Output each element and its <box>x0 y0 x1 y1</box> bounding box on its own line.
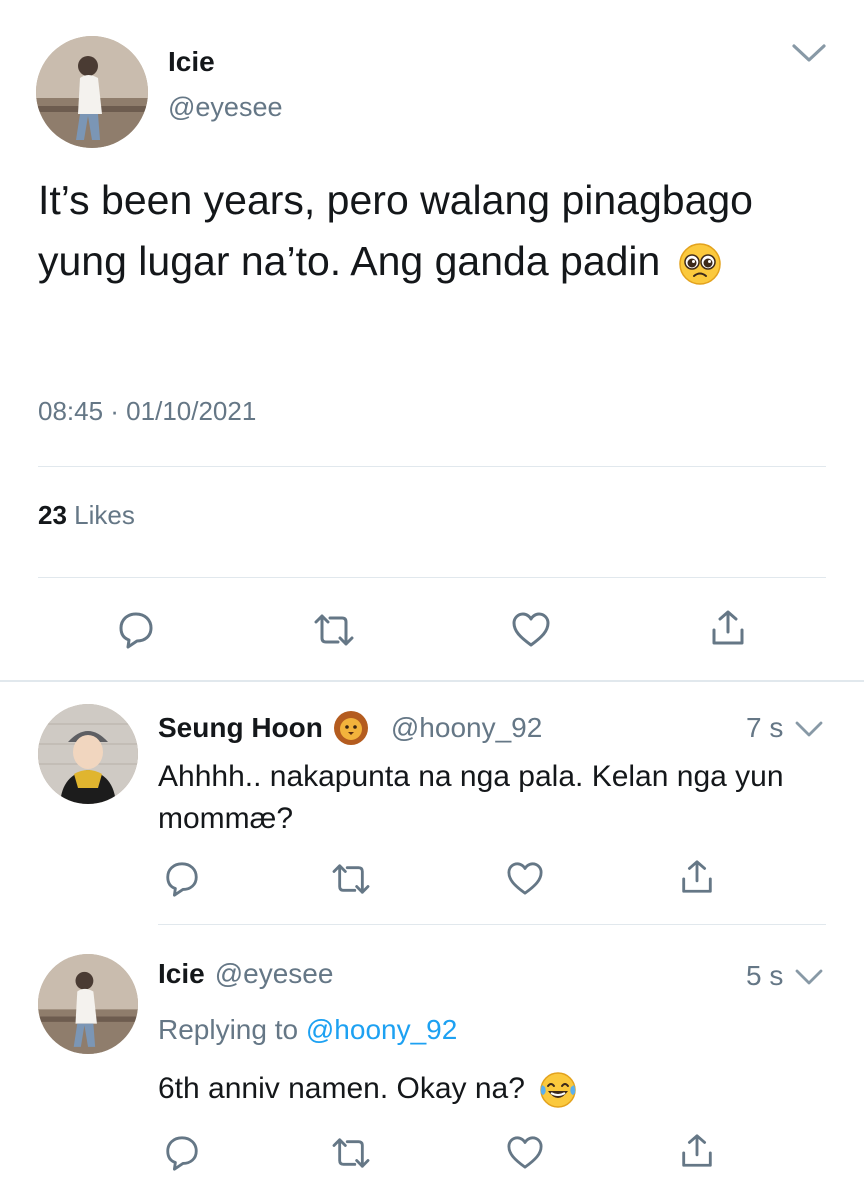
divider <box>38 577 826 578</box>
like-icon[interactable] <box>510 610 552 648</box>
replying-to: Replying to @hoony_92 <box>158 1014 457 1046</box>
likes-stat[interactable]: 23 Likes <box>38 500 135 531</box>
tweet-timestamp[interactable]: 08:45 · 01/10/2021 <box>38 396 256 427</box>
retweet-icon[interactable] <box>312 612 356 648</box>
reply-author-name[interactable]: Seung Hoon <box>158 712 323 744</box>
reply-avatar[interactable] <box>38 704 138 804</box>
reply-avatar[interactable] <box>38 954 138 1054</box>
retweet-icon[interactable] <box>330 1136 372 1170</box>
likes-count: 23 <box>38 500 67 530</box>
retweet-icon[interactable] <box>330 862 372 896</box>
reply-icon[interactable] <box>116 610 156 650</box>
tweet-text-content: It’s been years, pero walang pinagbago y… <box>38 177 753 284</box>
author-avatar[interactable] <box>36 36 148 148</box>
tweet-text: It’s been years, pero walang pinagbago y… <box>38 170 828 292</box>
reply-author-handle[interactable]: @hoony_92 <box>391 712 542 744</box>
reply-header: Icie @eyesee <box>158 958 333 990</box>
divider <box>38 466 826 467</box>
replying-to-label: Replying to <box>158 1014 299 1045</box>
reply-text-content: 6th anniv namen. Okay na? <box>158 1072 525 1105</box>
reply-author-handle[interactable]: @eyesee <box>215 958 334 990</box>
lion-face-emoji <box>333 710 369 746</box>
reply-time[interactable]: 5 s <box>746 960 783 992</box>
chevron-down-icon[interactable] <box>794 720 824 740</box>
likes-label: Likes <box>74 500 135 530</box>
share-icon[interactable] <box>678 858 716 896</box>
reply-header: Seung Hoon @hoony_92 <box>158 710 542 746</box>
replying-to-handle[interactable]: @hoony_92 <box>306 1014 457 1045</box>
divider <box>158 924 826 925</box>
chevron-down-icon[interactable] <box>790 42 828 66</box>
chevron-down-icon[interactable] <box>794 968 824 988</box>
reply-text: 6th anniv namen. Okay na? <box>158 1068 818 1110</box>
like-icon[interactable] <box>505 860 545 896</box>
author-name[interactable]: Icie <box>168 46 215 78</box>
share-icon[interactable] <box>708 608 748 648</box>
section-separator <box>0 680 864 682</box>
share-icon[interactable] <box>678 1132 716 1170</box>
tears-of-joy-emoji <box>539 1071 577 1109</box>
reply-icon[interactable] <box>163 1134 201 1172</box>
reply-time[interactable]: 7 s <box>746 712 783 744</box>
pleading-face-emoji <box>678 242 722 286</box>
reply-text: Ahhhh.. nakapunta na nga pala. Kelan nga… <box>158 760 784 835</box>
author-handle[interactable]: @eyesee <box>168 92 282 123</box>
like-icon[interactable] <box>505 1134 545 1170</box>
reply-author-name[interactable]: Icie <box>158 958 205 990</box>
reply-icon[interactable] <box>163 860 201 898</box>
